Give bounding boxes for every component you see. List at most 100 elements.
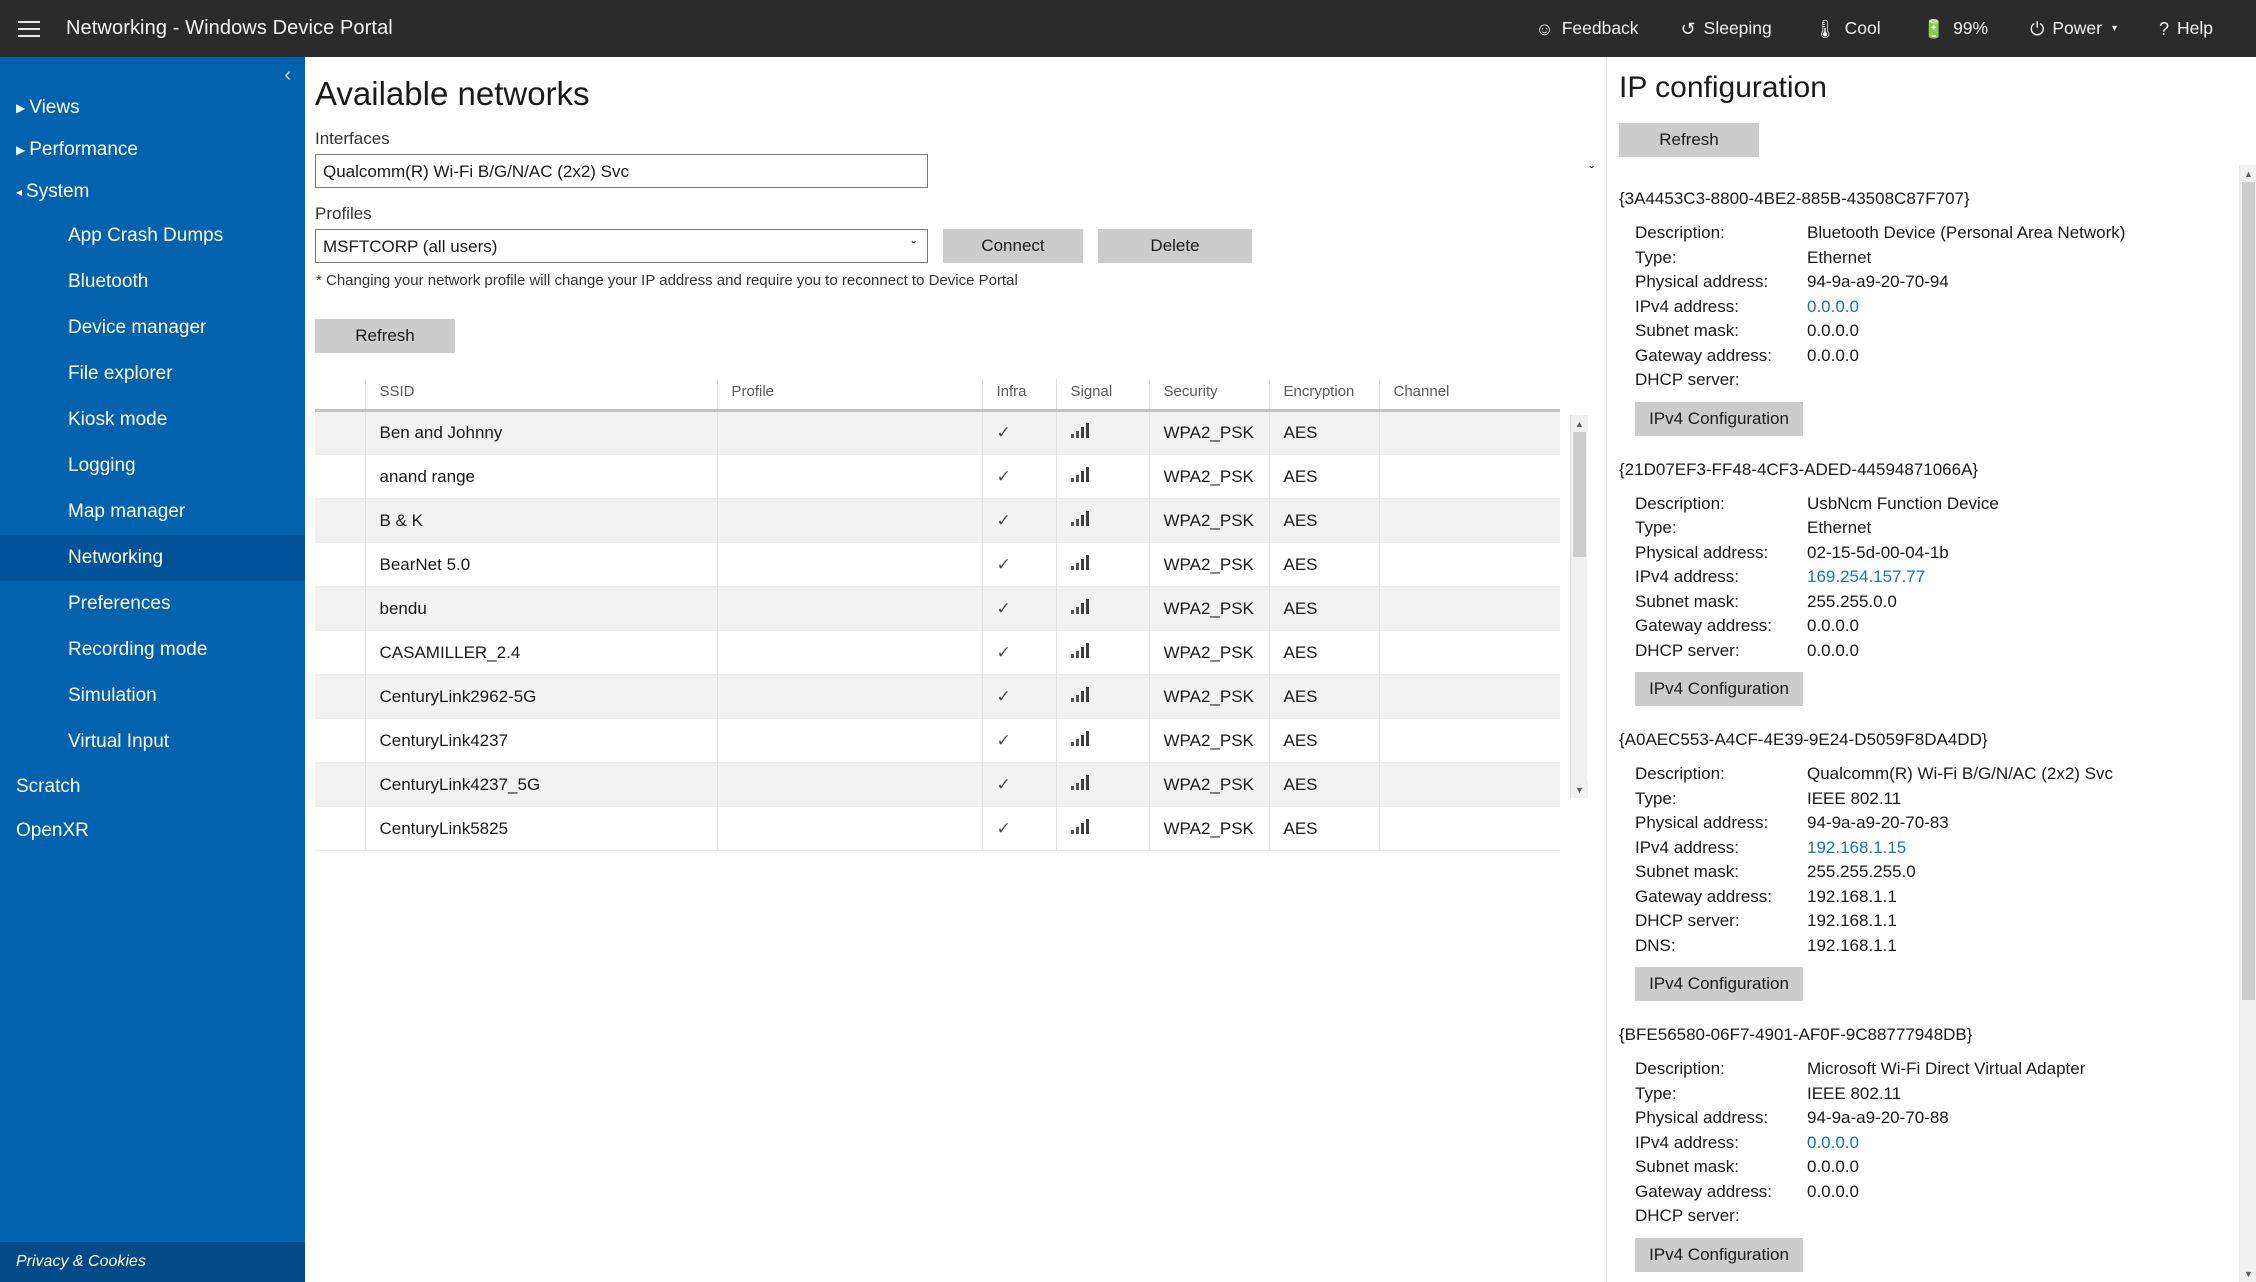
privacy-and-cookies-link[interactable]: Privacy & Cookies bbox=[0, 1242, 305, 1282]
battery-status[interactable]: 🔋 99% bbox=[1902, 0, 2009, 57]
scroll-down-icon[interactable]: ▼ bbox=[1571, 781, 1588, 798]
row-selector-cell[interactable] bbox=[315, 762, 365, 807]
sidebar-item-scratch[interactable]: Scratch bbox=[0, 765, 305, 809]
field-label: Physical address: bbox=[1635, 272, 1769, 291]
adapter-field-physical-address: Physical address: 94-9a-a9-20-70-88 bbox=[1619, 1106, 2256, 1131]
scroll-down-icon[interactable]: ▼ bbox=[2240, 1265, 2256, 1282]
cell-security: WPA2_PSK bbox=[1148, 542, 1269, 587]
cell-signal bbox=[1055, 674, 1149, 719]
sidebar-item-virtual-input[interactable]: Virtual Input bbox=[0, 719, 305, 765]
table-row[interactable]: bendu ✓ WPA2_PSK AES bbox=[315, 586, 1560, 631]
cell-security: WPA2_PSK bbox=[1148, 674, 1269, 719]
sidebar-item-logging[interactable]: Logging bbox=[0, 443, 305, 489]
cell-infra: ✓ bbox=[981, 762, 1056, 807]
adapter-field-physical-address: Physical address: 94-9a-a9-20-70-83 bbox=[1619, 811, 2256, 836]
field-label: Type: bbox=[1635, 518, 1677, 537]
row-selector-cell[interactable] bbox=[315, 454, 365, 499]
sidebar-item-device-manager[interactable]: Device manager bbox=[0, 305, 305, 351]
field-value[interactable]: 0.0.0.0 bbox=[1807, 1131, 1859, 1156]
sidebar-item-simulation[interactable]: Simulation bbox=[0, 673, 305, 719]
row-selector-cell[interactable] bbox=[315, 674, 365, 719]
hamburger-menu-icon[interactable] bbox=[0, 0, 58, 57]
row-selector-cell[interactable] bbox=[315, 410, 365, 455]
table-row[interactable]: B & K ✓ WPA2_PSK AES bbox=[315, 498, 1560, 543]
power-menu-button[interactable]: ⏻ Power ▾ bbox=[2009, 0, 2138, 57]
delete-button[interactable]: Delete bbox=[1098, 229, 1252, 263]
sidebar-item-app-crash-dumps[interactable]: App Crash Dumps bbox=[0, 213, 305, 259]
field-value[interactable]: 192.168.1.15 bbox=[1807, 836, 1906, 861]
ipv4-configuration-button[interactable]: IPv4 Configuration bbox=[1635, 967, 1803, 1001]
ip-configuration-scrollbar[interactable]: ▲ ▼ bbox=[2239, 165, 2256, 1282]
scroll-up-icon[interactable]: ▲ bbox=[1571, 415, 1588, 432]
table-row[interactable]: CenturyLink5825 ✓ WPA2_PSK AES bbox=[315, 806, 1560, 851]
sidebar-group-performance[interactable]: ▶ Performance bbox=[0, 129, 305, 171]
connect-button[interactable]: Connect bbox=[943, 229, 1083, 263]
sidebar-item-networking[interactable]: Networking bbox=[0, 535, 305, 581]
cell-profile bbox=[716, 762, 982, 807]
field-label: Description: bbox=[1635, 1059, 1725, 1078]
cell-ssid: CenturyLink2962-5G bbox=[364, 674, 717, 719]
ip-scrollbar-thumb[interactable] bbox=[2242, 182, 2255, 1000]
adapter-field-gateway-address: Gateway address: 0.0.0.0 bbox=[1619, 1180, 2256, 1205]
table-row[interactable]: anand range ✓ WPA2_PSK AES bbox=[315, 454, 1560, 499]
check-icon: ✓ bbox=[996, 423, 1011, 442]
table-row[interactable]: BearNet 5.0 ✓ WPA2_PSK AES bbox=[315, 542, 1560, 587]
field-value[interactable]: 169.254.157.77 bbox=[1807, 565, 1925, 590]
field-value: 255.255.0.0 bbox=[1807, 591, 1897, 611]
field-label: Subnet mask: bbox=[1635, 862, 1739, 881]
sidebar-item-preferences[interactable]: Preferences bbox=[0, 581, 305, 627]
sidebar-item-recording-mode[interactable]: Recording mode bbox=[0, 627, 305, 673]
adapter-guid: {A0AEC553-A4CF-4E39-9E24-D5059F8DA4DD} bbox=[1619, 730, 1988, 749]
field-value: Microsoft Wi-Fi Direct Virtual Adapter bbox=[1807, 1059, 2086, 1078]
refresh-networks-button[interactable]: Refresh bbox=[315, 319, 455, 353]
profiles-select[interactable]: MSFTCORP (all users) bbox=[315, 229, 928, 263]
feedback-label: Feedback bbox=[1561, 18, 1639, 38]
sidebar-item-kiosk-mode[interactable]: Kiosk mode bbox=[0, 397, 305, 443]
adapter-field-dns: DNS: 192.168.1.1 bbox=[1619, 934, 2256, 959]
interfaces-select[interactable]: Qualcomm(R) Wi-Fi B/G/N/AC (2x2) Svc bbox=[315, 154, 928, 188]
temperature-status[interactable]: 🌡 Cool bbox=[1793, 0, 1902, 57]
row-selector-cell[interactable] bbox=[315, 718, 365, 763]
row-selector-cell[interactable] bbox=[315, 498, 365, 543]
adapter-field-physical-address: Physical address: 02-15-5d-00-04-1b bbox=[1619, 541, 2256, 566]
ipv4-configuration-button[interactable]: IPv4 Configuration bbox=[1635, 672, 1803, 706]
sidebar-group-views[interactable]: ▶ Views bbox=[0, 87, 305, 129]
collapse-sidebar-icon[interactable]: ‹ bbox=[284, 65, 291, 85]
adapter-guid: {3A4453C3-8800-4BE2-885B-43508C87F707} bbox=[1619, 189, 1970, 208]
cell-ssid: Ben and Johnny bbox=[364, 410, 717, 455]
field-label: IPv4 address: bbox=[1635, 837, 1739, 857]
scroll-up-icon[interactable]: ▲ bbox=[2240, 165, 2256, 182]
table-row[interactable]: CenturyLink4237_5G ✓ WPA2_PSK AES bbox=[315, 762, 1560, 807]
sleeping-status[interactable]: ↺ Sleeping bbox=[1660, 0, 1793, 57]
table-scrollbar[interactable]: ▲ ▼ bbox=[1570, 415, 1588, 798]
table-row[interactable]: CenturyLink2962-5G ✓ WPA2_PSK AES bbox=[315, 674, 1560, 719]
cell-infra: ✓ bbox=[981, 718, 1056, 763]
row-selector-cell[interactable] bbox=[315, 542, 365, 587]
row-selector-cell[interactable] bbox=[315, 806, 365, 851]
field-value: 0.0.0.0 bbox=[1807, 1181, 1859, 1201]
sidebar-item-openxr[interactable]: OpenXR bbox=[0, 809, 305, 853]
ipv4-configuration-button[interactable]: IPv4 Configuration bbox=[1635, 1237, 1803, 1272]
row-selector-cell[interactable] bbox=[315, 630, 365, 675]
sidebar-item-bluetooth[interactable]: Bluetooth bbox=[0, 259, 305, 305]
check-icon: ✓ bbox=[996, 510, 1011, 530]
adapter-field-ipv4-address: IPv4 address: 169.254.157.77 bbox=[1619, 565, 2256, 590]
help-button[interactable]: ? Help bbox=[2138, 0, 2234, 57]
table-scrollbar-thumb[interactable] bbox=[1573, 432, 1586, 557]
field-value[interactable]: 0.0.0.0 bbox=[1807, 295, 1859, 320]
row-selector-cell[interactable] bbox=[315, 586, 365, 631]
sidebar-item-file-explorer[interactable]: File explorer bbox=[0, 351, 305, 397]
table-row[interactable]: CASAMILLER_2.4 ✓ WPA2_PSK AES bbox=[315, 630, 1560, 675]
ipv4-configuration-button[interactable]: IPv4 Configuration bbox=[1635, 401, 1803, 436]
field-value: 94-9a-a9-20-70-88 bbox=[1807, 1108, 1949, 1127]
sidebar-group-system[interactable]: ◂ System bbox=[0, 171, 305, 213]
sidebar: ‹ ▶ Views ▶ Performance ◂ System App Cra… bbox=[0, 57, 305, 1282]
table-row[interactable]: CenturyLink4237 ✓ WPA2_PSK AES bbox=[315, 718, 1560, 763]
feedback-button[interactable]: ☺ Feedback bbox=[1514, 0, 1659, 57]
table-row[interactable]: Ben and Johnny ✓ WPA2_PSK AES bbox=[315, 410, 1560, 455]
refresh-ip-configuration-button[interactable]: Refresh bbox=[1619, 123, 1759, 157]
sidebar-item-map-manager[interactable]: Map manager bbox=[0, 489, 305, 535]
cell-encryption: AES bbox=[1268, 542, 1379, 587]
field-value: Ethernet bbox=[1807, 518, 1872, 537]
cell-encryption: AES bbox=[1268, 806, 1379, 851]
